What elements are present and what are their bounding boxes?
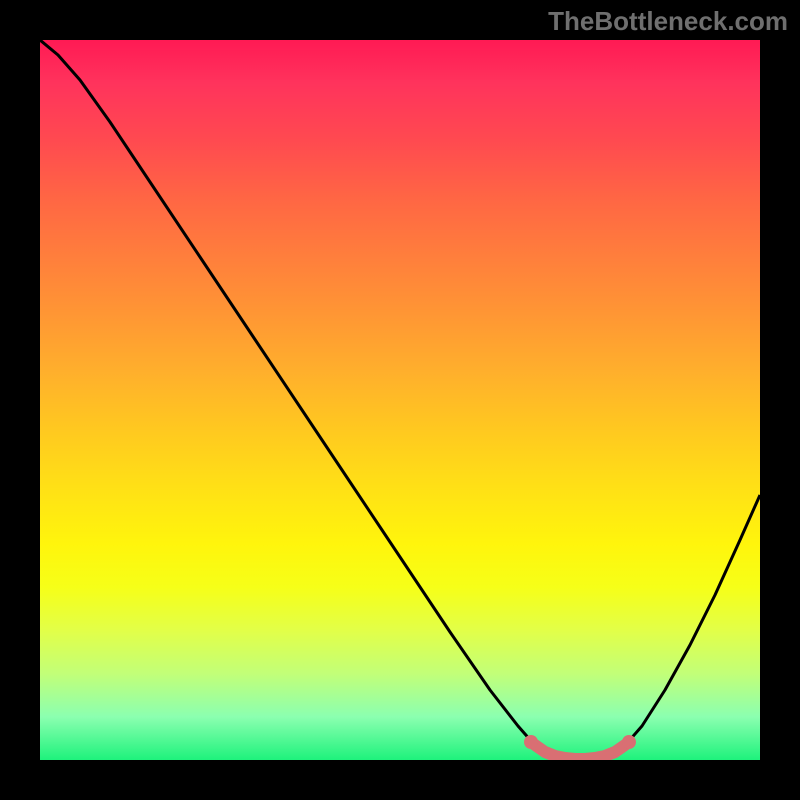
left-end-dot [524, 735, 538, 749]
flat-bottom-marker [535, 745, 625, 759]
right-end-dot [622, 735, 636, 749]
watermark-text: TheBottleneck.com [548, 6, 788, 37]
plot-area [40, 40, 760, 760]
curve-svg [40, 40, 760, 760]
main-curve [40, 40, 760, 759]
